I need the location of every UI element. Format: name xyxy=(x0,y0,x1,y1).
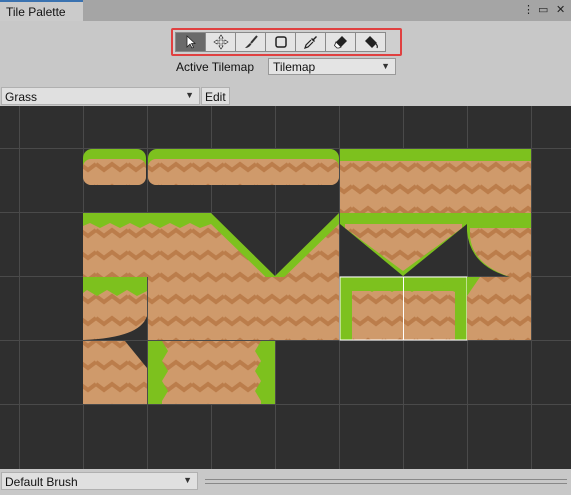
tile-row-3 xyxy=(83,276,531,341)
eraser-icon xyxy=(333,36,347,49)
maximize-icon[interactable]: ▭ xyxy=(538,3,548,16)
select-tool[interactable] xyxy=(175,32,206,52)
select-arrow-icon xyxy=(186,35,196,49)
close-icon[interactable]: ✕ xyxy=(556,3,565,16)
edit-button[interactable]: Edit xyxy=(201,87,230,105)
move-arrows-icon xyxy=(212,34,229,50)
fill-tool[interactable] xyxy=(355,32,386,52)
bucket-fill-icon xyxy=(364,36,378,49)
tab-bar: Tile Palette ⋮ ▭ ✕ xyxy=(0,0,571,21)
splitter-handle[interactable] xyxy=(205,479,567,484)
palette-value: Grass xyxy=(5,90,38,104)
pick-tool[interactable] xyxy=(295,32,326,52)
erase-tool[interactable] xyxy=(325,32,356,52)
chevron-down-icon: ▼ xyxy=(183,475,192,485)
paint-tool[interactable] xyxy=(235,32,266,52)
eyedropper-icon xyxy=(303,36,317,49)
brush-dropdown[interactable]: Default Brush ▼ xyxy=(1,472,198,490)
chevron-down-icon: ▼ xyxy=(185,90,194,100)
box-fill-icon xyxy=(274,36,287,48)
tile-row-1 xyxy=(83,149,531,213)
tool-toolbar xyxy=(171,28,402,56)
box-fill-tool[interactable] xyxy=(265,32,296,52)
active-tilemap-value: Tilemap xyxy=(273,60,316,74)
tile-palette-grid[interactable] xyxy=(0,106,571,469)
chevron-down-icon: ▼ xyxy=(381,61,390,71)
kebab-menu-icon[interactable]: ⋮ xyxy=(523,3,534,16)
brush-value: Default Brush xyxy=(5,475,78,489)
tab-tile-palette[interactable]: Tile Palette xyxy=(0,0,83,21)
tile-row-4 xyxy=(83,341,275,404)
palette-dropdown[interactable]: Grass ▼ xyxy=(1,87,200,105)
active-tilemap-label: Active Tilemap xyxy=(176,60,255,74)
paintbrush-icon xyxy=(244,35,258,48)
active-tilemap-dropdown[interactable]: Tilemap ▼ xyxy=(268,58,396,75)
move-tool[interactable] xyxy=(205,32,236,52)
